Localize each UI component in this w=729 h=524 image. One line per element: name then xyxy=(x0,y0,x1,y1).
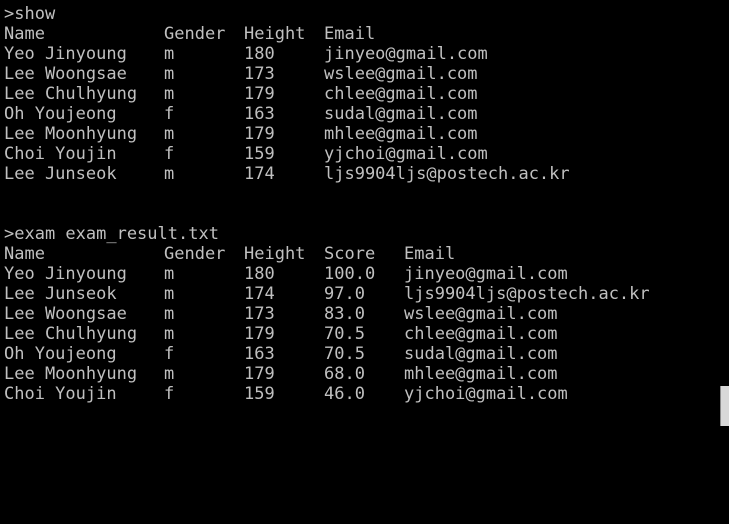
exam-table-row: Lee Moonhyung m 179 68.0 mhlee@gmail.com xyxy=(4,364,720,384)
row-name: Lee Chulhyung xyxy=(4,324,138,344)
exam-header-height: Height xyxy=(244,244,306,264)
row-email: ljs9904ljs@postech.ac.kr xyxy=(404,284,650,304)
exam-table-header: Name Gender Height Score Email xyxy=(4,244,720,264)
show-table-row: Lee Junseok m 174 ljs9904ljs@postech.ac.… xyxy=(4,164,720,184)
row-name: Lee Moonhyung xyxy=(4,364,138,384)
row-gender: m xyxy=(164,124,175,144)
row-name: Lee Junseok xyxy=(4,164,117,184)
row-email: chlee@gmail.com xyxy=(324,84,478,104)
exam-header-email: Email xyxy=(404,244,456,264)
row-height: 163 xyxy=(244,344,275,364)
exam-header-score: Score xyxy=(324,244,376,264)
row-height: 174 xyxy=(244,164,275,184)
show-table-row: Lee Chulhyung m 179 chlee@gmail.com xyxy=(4,84,720,104)
row-name: Oh Youjeong xyxy=(4,344,117,364)
show-table-header: Name Gender Height Email xyxy=(4,24,720,44)
row-email: chlee@gmail.com xyxy=(404,324,558,344)
row-name: Choi Youjin xyxy=(4,384,117,404)
show-table-row: Yeo Jinyoung m 180 jinyeo@gmail.com xyxy=(4,44,720,64)
row-gender: m xyxy=(164,324,175,344)
show-table-row: Lee Moonhyung m 179 mhlee@gmail.com xyxy=(4,124,720,144)
exam-table-row: Lee Woongsae m 173 83.0 wslee@gmail.com xyxy=(4,304,720,324)
row-height: 180 xyxy=(244,44,275,64)
row-score: 100.0 xyxy=(324,264,376,284)
exam-header-name: Name xyxy=(4,244,45,264)
row-gender: m xyxy=(164,364,175,384)
exam-table-row: Choi Youjin f 159 46.0 yjchoi@gmail.com xyxy=(4,384,720,404)
vertical-scrollbar[interactable] xyxy=(720,0,729,426)
show-table-row: Choi Youjin f 159 yjchoi@gmail.com xyxy=(4,144,720,164)
exam-table-row: Lee Junseok m 174 97.0 ljs9904ljs@postec… xyxy=(4,284,720,304)
row-gender: f xyxy=(164,104,175,124)
row-gender: m xyxy=(164,304,175,324)
row-name: Lee Chulhyung xyxy=(4,84,138,104)
show-header-gender: Gender xyxy=(164,24,226,44)
row-score: 97.0 xyxy=(324,284,365,304)
row-gender: f xyxy=(164,344,175,364)
row-height: 179 xyxy=(244,364,275,384)
exam-header-gender: Gender xyxy=(164,244,226,264)
row-email: wslee@gmail.com xyxy=(404,304,558,324)
row-height: 174 xyxy=(244,284,275,304)
row-gender: f xyxy=(164,384,175,404)
row-name: Lee Woongsae xyxy=(4,64,127,84)
row-score: 68.0 xyxy=(324,364,365,384)
show-command-line: >show xyxy=(4,4,56,24)
row-score: 70.5 xyxy=(324,344,365,364)
row-name: Lee Junseok xyxy=(4,284,117,304)
row-name: Yeo Jinyoung xyxy=(4,44,127,64)
row-gender: f xyxy=(164,144,175,164)
row-gender: m xyxy=(164,64,175,84)
row-email: wslee@gmail.com xyxy=(324,64,478,84)
row-email: ljs9904ljs@postech.ac.kr xyxy=(324,164,570,184)
row-score: 46.0 xyxy=(324,384,365,404)
row-name: Choi Youjin xyxy=(4,144,117,164)
row-email: mhlee@gmail.com xyxy=(324,124,478,144)
show-table-row: Oh Youjeong f 163 sudal@gmail.com xyxy=(4,104,720,124)
row-height: 173 xyxy=(244,64,275,84)
row-email: yjchoi@gmail.com xyxy=(324,144,488,164)
row-name: Lee Moonhyung xyxy=(4,124,138,144)
row-height: 179 xyxy=(244,124,275,144)
row-gender: m xyxy=(164,164,175,184)
row-name: Oh Youjeong xyxy=(4,104,117,124)
show-table-row: Lee Woongsae m 173 wslee@gmail.com xyxy=(4,64,720,84)
terminal-output: >show Name Gender Height Email Yeo Jinyo… xyxy=(4,4,720,422)
row-email: jinyeo@gmail.com xyxy=(324,44,488,64)
exam-command-line: >exam exam_result.txt xyxy=(4,224,219,244)
exam-table-row: Oh Youjeong f 163 70.5 sudal@gmail.com xyxy=(4,344,720,364)
row-name: Yeo Jinyoung xyxy=(4,264,127,284)
row-height: 163 xyxy=(244,104,275,124)
row-gender: m xyxy=(164,84,175,104)
row-email: mhlee@gmail.com xyxy=(404,364,558,384)
row-name: Lee Woongsae xyxy=(4,304,127,324)
row-email: sudal@gmail.com xyxy=(324,104,478,124)
row-score: 70.5 xyxy=(324,324,365,344)
row-gender: m xyxy=(164,284,175,304)
row-email: jinyeo@gmail.com xyxy=(404,264,568,284)
row-height: 159 xyxy=(244,144,275,164)
scrollbar-thumb[interactable] xyxy=(720,386,729,426)
row-email: sudal@gmail.com xyxy=(404,344,558,364)
row-height: 159 xyxy=(244,384,275,404)
row-gender: m xyxy=(164,44,175,64)
show-header-height: Height xyxy=(244,24,306,44)
row-height: 179 xyxy=(244,84,275,104)
row-height: 180 xyxy=(244,264,275,284)
row-score: 83.0 xyxy=(324,304,365,324)
exam-table-row: Yeo Jinyoung m 180 100.0 jinyeo@gmail.co… xyxy=(4,264,720,284)
row-email: yjchoi@gmail.com xyxy=(404,384,568,404)
exam-table-row: Lee Chulhyung m 179 70.5 chlee@gmail.com xyxy=(4,324,720,344)
row-gender: m xyxy=(164,264,175,284)
show-header-email: Email xyxy=(324,24,376,44)
show-header-name: Name xyxy=(4,24,45,44)
row-height: 173 xyxy=(244,304,275,324)
row-height: 179 xyxy=(244,324,275,344)
